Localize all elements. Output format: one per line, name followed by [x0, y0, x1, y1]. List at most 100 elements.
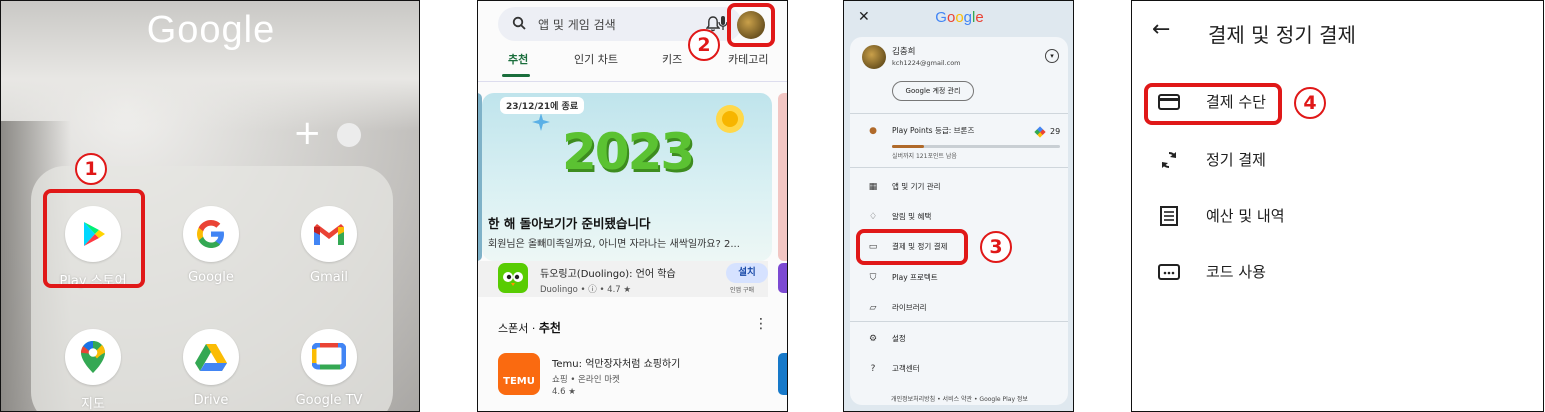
app-title: 듀오링고(Duolingo): 언어 학습	[540, 269, 676, 280]
tab-categories[interactable]: 카테고리	[728, 51, 768, 67]
menu-item-library[interactable]: ▱ 라이브러리	[866, 302, 927, 313]
receipt-icon	[1156, 205, 1182, 226]
folder-title: Google	[146, 9, 276, 51]
step-callout-1: 1	[75, 153, 107, 185]
install-button[interactable]: 설치	[726, 263, 768, 283]
menu-item-label: 설정	[892, 334, 906, 343]
app-drive[interactable]: Drive	[161, 329, 261, 408]
divider	[478, 81, 787, 82]
app-label: Drive	[193, 393, 229, 408]
app-google-tv[interactable]: Google TV	[279, 329, 379, 408]
footer-links[interactable]: 개인정보처리방침 • 서비스 약관 • Google Play 정보	[844, 394, 1073, 403]
step-callout-2: 2	[688, 29, 720, 61]
highlight-avatar	[727, 3, 775, 47]
confetti-icon	[716, 105, 744, 133]
menu-item-settings[interactable]: ⚙ 설정	[866, 333, 906, 344]
duolingo-app-icon	[498, 263, 528, 293]
menu-item-label: Play 프로텍트	[892, 273, 938, 282]
divider	[850, 167, 1068, 168]
banner-title: 한 해 돌아보기가 준비됐습니다	[488, 216, 651, 231]
app-label: 지도	[81, 397, 105, 412]
home-screen-panel: Google + Play 스토어 Google Gmail 지도 Drive …	[0, 0, 420, 412]
maps-icon	[65, 329, 121, 385]
divider	[850, 321, 1068, 322]
next-banner-peek[interactable]	[778, 93, 787, 261]
app-title: Temu: 억만장자처럼 쇼핑하기	[552, 359, 681, 370]
row-redeem-code[interactable]: 코드 사용	[1156, 261, 1266, 282]
play-points-item[interactable]: ● Play Points 등급: 브론즈	[866, 125, 974, 136]
section-heading: 추천	[538, 321, 561, 335]
row-label: 예산 및 내역	[1206, 207, 1285, 225]
sync-icon	[1156, 150, 1182, 170]
back-arrow-icon[interactable]: ←	[1152, 17, 1170, 42]
play-points-count: 29	[1050, 127, 1061, 136]
sparkle-icon	[532, 113, 550, 131]
play-points-remaining: 실버까지 121포인트 남음	[892, 153, 957, 160]
banner-art-text: 2023	[562, 123, 695, 181]
apps-manage-icon: ▦	[868, 181, 878, 192]
user-email: kch1224@gmail.com	[892, 59, 961, 67]
year-review-banner[interactable]: 2023 한 해 돌아보기가 준비됐습니다 회원님은 올빼미족일까요, 아니면 …	[482, 93, 772, 261]
google-tv-icon	[301, 329, 357, 385]
tab-top-charts[interactable]: 인기 차트	[574, 51, 618, 67]
next-app-peek[interactable]	[778, 353, 787, 395]
page-title: 결제 및 정기 결제	[1208, 23, 1356, 47]
trophy-icon: ●	[869, 125, 877, 136]
folder-icon: ▱	[869, 302, 877, 313]
banner-chip: 23/12/21에 종료	[500, 97, 585, 114]
app-label: Gmail	[310, 270, 348, 285]
banner-subtitle: 회원님은 올빼미족일까요, 아니면 자라나는 새싹일까요? 2...	[488, 239, 740, 250]
app-rating: 4.6 ★	[552, 387, 576, 397]
google-icon	[183, 206, 239, 262]
app-category: 쇼핑 • 온라인 마켓	[552, 375, 620, 385]
account-switch-icon[interactable]: ▾	[1045, 49, 1059, 63]
tab-kids[interactable]: 키즈	[662, 51, 682, 67]
row-subscriptions[interactable]: 정기 결제	[1156, 149, 1266, 170]
search-icon	[512, 15, 526, 34]
menu-item-apps-manage[interactable]: ▦ 앱 및 기기 관리	[866, 181, 941, 192]
next-app-peek[interactable]	[778, 263, 787, 293]
app-maps[interactable]: 지도	[43, 329, 143, 412]
temu-app-icon[interactable]: TEMU	[498, 353, 540, 395]
divider	[850, 113, 1068, 114]
search-input[interactable]: 앱 및 게임 검색	[538, 16, 616, 33]
google-logo: Google	[935, 9, 984, 26]
user-name: 김충희	[892, 47, 916, 57]
in-app-purchase-note: 인앱 구매	[730, 287, 754, 294]
drive-icon	[183, 329, 239, 385]
app-meta: Duolingo • ⓘ • 4.7 ★	[540, 285, 632, 295]
menu-item-play-protect[interactable]: ⛉ Play 프로텍트	[866, 272, 938, 283]
gear-icon: ⚙	[868, 333, 878, 344]
shield-icon: ⛉	[869, 272, 877, 283]
manage-account-button[interactable]: Google 계정 관리	[892, 81, 974, 101]
tab-indicator	[502, 74, 530, 77]
page-indicator-dot	[337, 123, 361, 147]
highlight-payment-methods	[1144, 83, 1282, 125]
bell-icon: ♢	[868, 211, 878, 222]
menu-item-label: 라이브러리	[892, 303, 927, 312]
code-redeem-icon	[1156, 263, 1182, 280]
account-menu-panel: ✕ Google 김충희 kch1224@gmail.com ▾ Google …	[843, 0, 1074, 412]
row-label: 정기 결제	[1206, 151, 1266, 169]
row-label: 코드 사용	[1206, 263, 1266, 281]
section-title: 스폰서 · 추천	[498, 319, 561, 336]
step-callout-4: 4	[1294, 87, 1326, 119]
gmail-icon	[301, 206, 357, 262]
sponsor-label: 스폰서 ·	[498, 322, 539, 335]
add-app-icon[interactable]: +	[293, 116, 322, 150]
more-options-icon[interactable]: ⋮	[754, 317, 768, 331]
menu-item-help[interactable]: ? 고객센터	[866, 363, 920, 374]
app-label: Google TV	[295, 393, 363, 408]
play-store-home-panel: 앱 및 게임 검색 추천 인기 차트 키즈 카테고리 2023 한 해 돌아보기…	[477, 0, 788, 412]
menu-item-label: 앱 및 기기 관리	[892, 182, 941, 191]
avatar	[862, 45, 886, 69]
row-budget-history[interactable]: 예산 및 내역	[1156, 205, 1285, 226]
menu-item-label: 알림 및 혜택	[892, 212, 932, 221]
step-callout-3: 3	[980, 231, 1012, 263]
tab-recommended[interactable]: 추천	[508, 51, 528, 67]
app-google[interactable]: Google	[161, 206, 261, 285]
app-gmail[interactable]: Gmail	[279, 206, 379, 285]
play-points-progress-fill	[892, 145, 924, 148]
menu-item-notifications[interactable]: ♢ 알림 및 혜택	[866, 211, 931, 222]
menu-item-label: 고객센터	[892, 364, 920, 373]
